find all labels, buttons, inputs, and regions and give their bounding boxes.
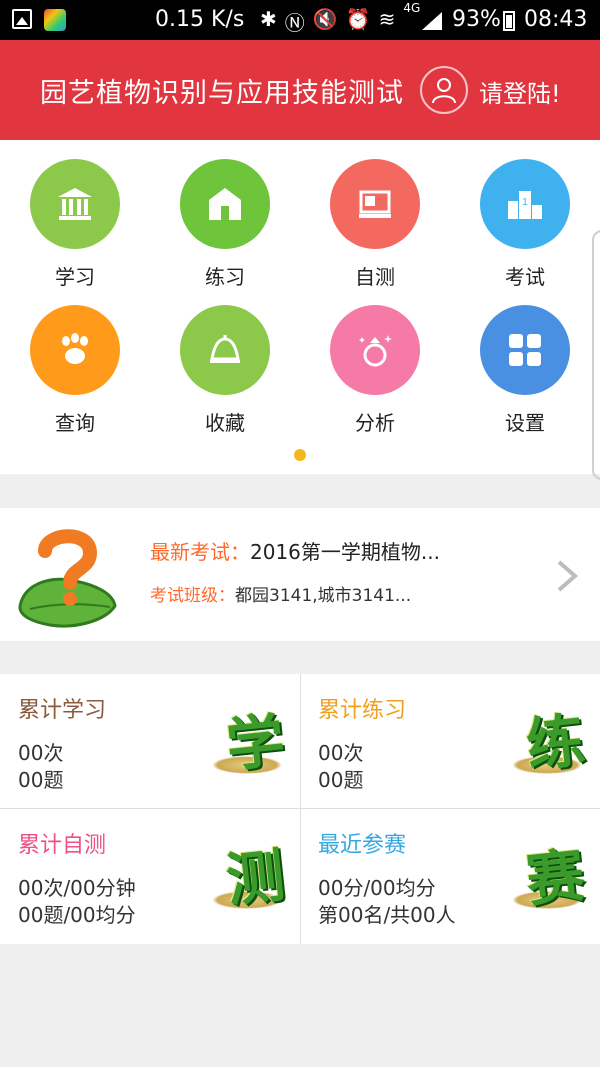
menu-favorites[interactable]: 收藏 [150, 305, 300, 436]
gallery-icon [12, 9, 32, 29]
menu-practice[interactable]: 练习 [150, 159, 300, 290]
menu-query[interactable]: 查询 [0, 305, 150, 436]
stat-line-2: 00题/00均分 [18, 903, 136, 927]
podium-icon: 1 [480, 159, 570, 249]
menu-label: 查询 [55, 411, 95, 435]
stat-line-2: 第00名/共00人 [318, 903, 456, 927]
battery-percent: 93% [452, 7, 501, 32]
alarm-icon: ⏰ [345, 7, 371, 31]
login-link[interactable]: 请登陆! [479, 74, 561, 109]
stat-study[interactable]: 累计学习 00次 00题 学 [0, 674, 300, 809]
menu-analysis[interactable]: 分析 [300, 305, 450, 436]
network-speed: 0.15 K/s [155, 7, 245, 32]
edge-decoration [592, 230, 600, 480]
paw-icon [30, 305, 120, 395]
stat-glyph: 练 [523, 706, 588, 780]
menu-label: 学习 [55, 265, 95, 289]
exam-class-key: 考试班级： [150, 586, 235, 606]
menu-label: 自测 [355, 265, 395, 289]
wifi-icon: ≋ [378, 7, 396, 31]
signal-icon [422, 12, 442, 30]
function-grid: 学习 练习 自测 1 考试 查询 收藏 分析 设置 [0, 140, 600, 474]
stat-competition[interactable]: 最近参赛 00分/00均分 第00名/共00人 赛 [300, 809, 600, 944]
battery-icon [503, 11, 515, 31]
clock: 08:43 [524, 7, 588, 32]
exam-class-value: 都园3141,城市3141... [235, 586, 412, 606]
stat-glyph: 赛 [523, 841, 588, 915]
stat-glyph: 学 [223, 706, 288, 780]
stat-title: 累计学习 [18, 698, 107, 723]
house-icon [180, 159, 270, 249]
stat-title: 累计练习 [318, 698, 407, 723]
status-bar: 0.15 K/s ✱ Ⓝ 🔇 ⏰ ≋ 4G 93% 08:43 [0, 0, 600, 40]
menu-selftest[interactable]: 自测 [300, 159, 450, 290]
chevron-right-icon[interactable] [553, 556, 581, 596]
app-header: 园艺植物识别与应用技能测试 请登陆! [0, 40, 600, 140]
stat-line-2: 00题 [318, 768, 364, 792]
app-title: 园艺植物识别与应用技能测试 [40, 78, 404, 109]
exam-class: 考试班级：都园3141,城市3141... [150, 581, 411, 606]
menu-label: 分析 [355, 411, 395, 435]
question-leaf-logo [18, 529, 117, 628]
latest-exam: 最新考试：2016第一学期植物... [150, 536, 440, 565]
menu-exam[interactable]: 1 考试 [450, 159, 600, 290]
bluetooth-icon: ✱ [260, 7, 277, 31]
laptop-icon [330, 159, 420, 249]
stat-line-1: 00分/00均分 [318, 876, 436, 900]
stat-line-1: 00次/00分钟 [18, 876, 136, 900]
latest-exam-value: 2016第一学期植物... [250, 540, 440, 564]
app-icon [44, 9, 66, 31]
stat-line-1: 00次 [18, 741, 64, 765]
user-avatar-icon[interactable] [420, 66, 468, 114]
menu-label: 收藏 [205, 411, 245, 435]
divider [300, 674, 301, 944]
latest-exam-key: 最新考试： [150, 540, 250, 564]
latest-exam-card[interactable]: 最新考试：2016第一学期植物... 考试班级：都园3141,城市3141... [0, 508, 600, 641]
menu-study[interactable]: 学习 [0, 159, 150, 290]
bell-icon [180, 305, 270, 395]
stat-glyph: 测 [223, 841, 288, 915]
ring-icon [330, 305, 420, 395]
stat-line-2: 00题 [18, 768, 64, 792]
menu-settings[interactable]: 设置 [450, 305, 600, 436]
network-type: 4G [403, 1, 421, 15]
stat-title: 累计自测 [18, 833, 107, 858]
stat-line-1: 00次 [318, 741, 364, 765]
bank-icon [30, 159, 120, 249]
page-indicator [294, 449, 306, 461]
menu-label: 设置 [505, 411, 545, 435]
grid-icon [480, 305, 570, 395]
stat-title: 最近参赛 [318, 833, 407, 858]
svg-text:1: 1 [522, 197, 528, 208]
stat-practice[interactable]: 累计练习 00次 00题 练 [300, 674, 600, 809]
menu-label: 考试 [505, 265, 545, 289]
stat-selftest[interactable]: 累计自测 00次/00分钟 00题/00均分 测 [0, 809, 300, 944]
divider [0, 808, 600, 809]
menu-label: 练习 [205, 265, 245, 289]
mute-icon: 🔇 [312, 7, 338, 31]
nfc-icon: Ⓝ [284, 11, 305, 35]
